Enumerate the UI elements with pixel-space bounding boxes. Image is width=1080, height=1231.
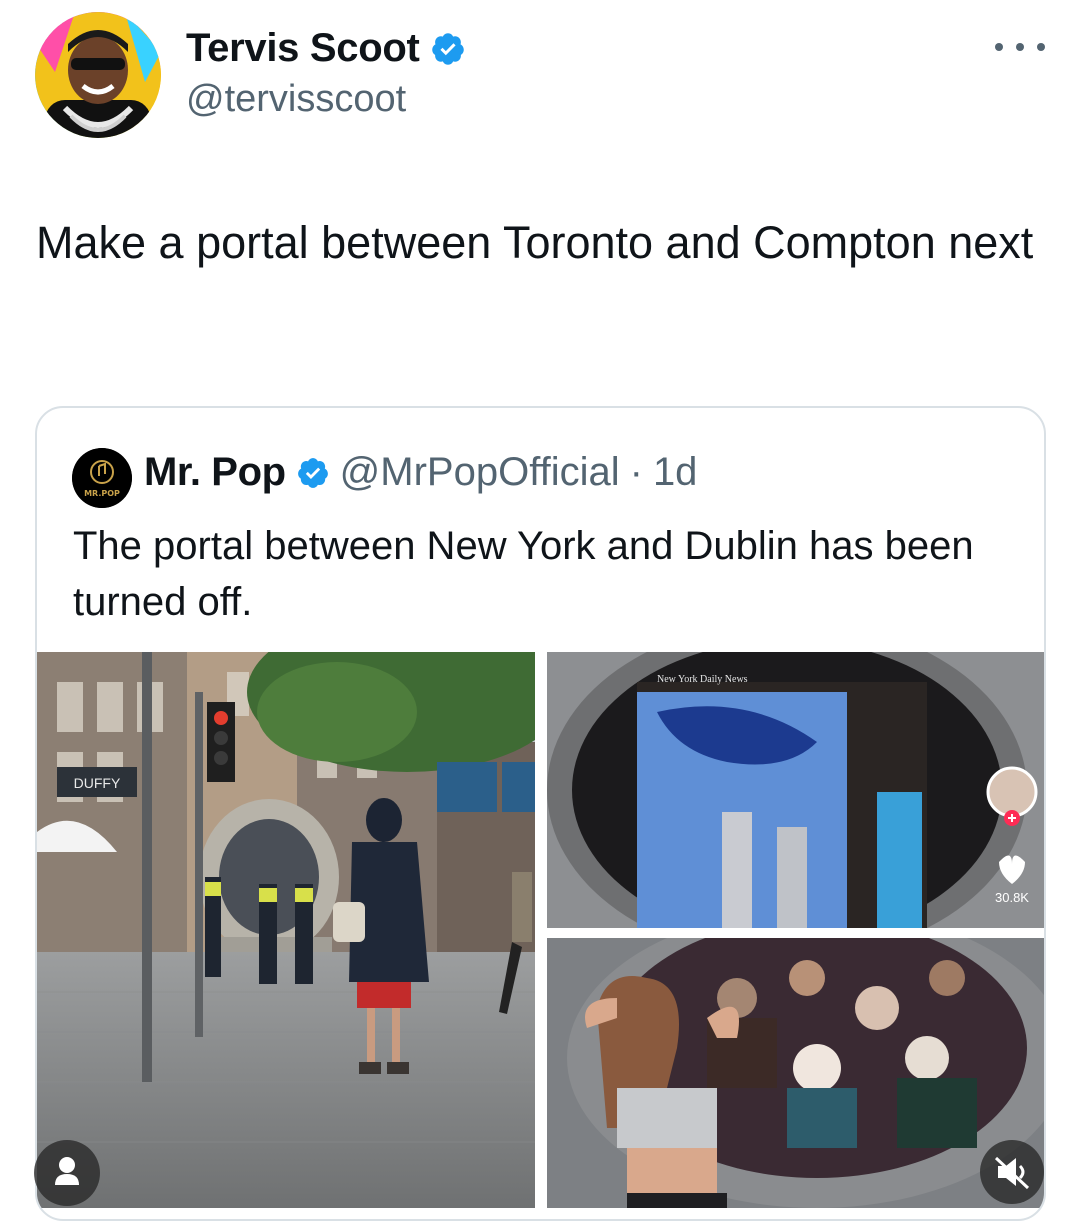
author-avatar[interactable] bbox=[35, 12, 161, 138]
post-view: Tervis Scoot @tervisscoot Make a portal … bbox=[0, 0, 1080, 1231]
quoted-separator: · bbox=[629, 450, 643, 494]
quoted-media-grid: DUFFY New York Daily News 30.8K bbox=[37, 652, 1044, 1208]
post-text: Make a portal between Toronto and Compto… bbox=[36, 217, 1034, 268]
speaker-muted-icon bbox=[994, 1156, 1030, 1190]
rapper-avatar-icon bbox=[35, 12, 161, 138]
mute-button[interactable] bbox=[980, 1140, 1044, 1204]
author-display-name[interactable]: Tervis Scoot bbox=[186, 26, 420, 71]
quoted-author-handle[interactable]: @MrPopOfficial bbox=[340, 450, 620, 495]
mrpop-logo-icon: MR.POP bbox=[72, 448, 132, 508]
media-video-portal-screen[interactable]: New York Daily News 30.8K bbox=[547, 652, 1044, 928]
quoted-author-name[interactable]: Mr. Pop bbox=[144, 450, 286, 495]
like-count: 30.8K bbox=[995, 890, 1029, 905]
more-horizontal-icon-dot bbox=[1037, 43, 1045, 51]
quoted-post-text: The portal between New York and Dublin h… bbox=[73, 524, 974, 624]
more-horizontal-icon-dot bbox=[995, 43, 1003, 51]
mrpop-logo-text: MR.POP bbox=[84, 489, 120, 498]
more-horizontal-icon-dot bbox=[1016, 43, 1024, 51]
shop-sign-text: DUFFY bbox=[74, 775, 121, 791]
quoted-post-card[interactable]: MR.POP Mr. Pop @MrPopOfficial · 1d The por… bbox=[35, 406, 1046, 1221]
person-icon bbox=[55, 1157, 79, 1185]
quoted-author-avatar[interactable]: MR.POP bbox=[72, 448, 132, 508]
media-video-portal-crowd[interactable] bbox=[547, 938, 1044, 1208]
quoted-verified-badge-icon bbox=[296, 456, 330, 490]
author-handle[interactable]: @tervisscoot bbox=[186, 78, 406, 121]
more-options-button[interactable] bbox=[995, 32, 1045, 62]
verified-badge-icon bbox=[430, 31, 466, 67]
media-photo-dublin-street[interactable]: DUFFY bbox=[37, 652, 535, 1208]
author-name-row[interactable]: Tervis Scoot bbox=[186, 26, 466, 71]
quoted-author-row: Mr. Pop @MrPopOfficial · 1d bbox=[144, 450, 697, 495]
quoted-timestamp[interactable]: 1d bbox=[653, 450, 698, 495]
screen-overlay-label: New York Daily News bbox=[657, 674, 748, 685]
tagged-people-button[interactable] bbox=[34, 1140, 100, 1206]
